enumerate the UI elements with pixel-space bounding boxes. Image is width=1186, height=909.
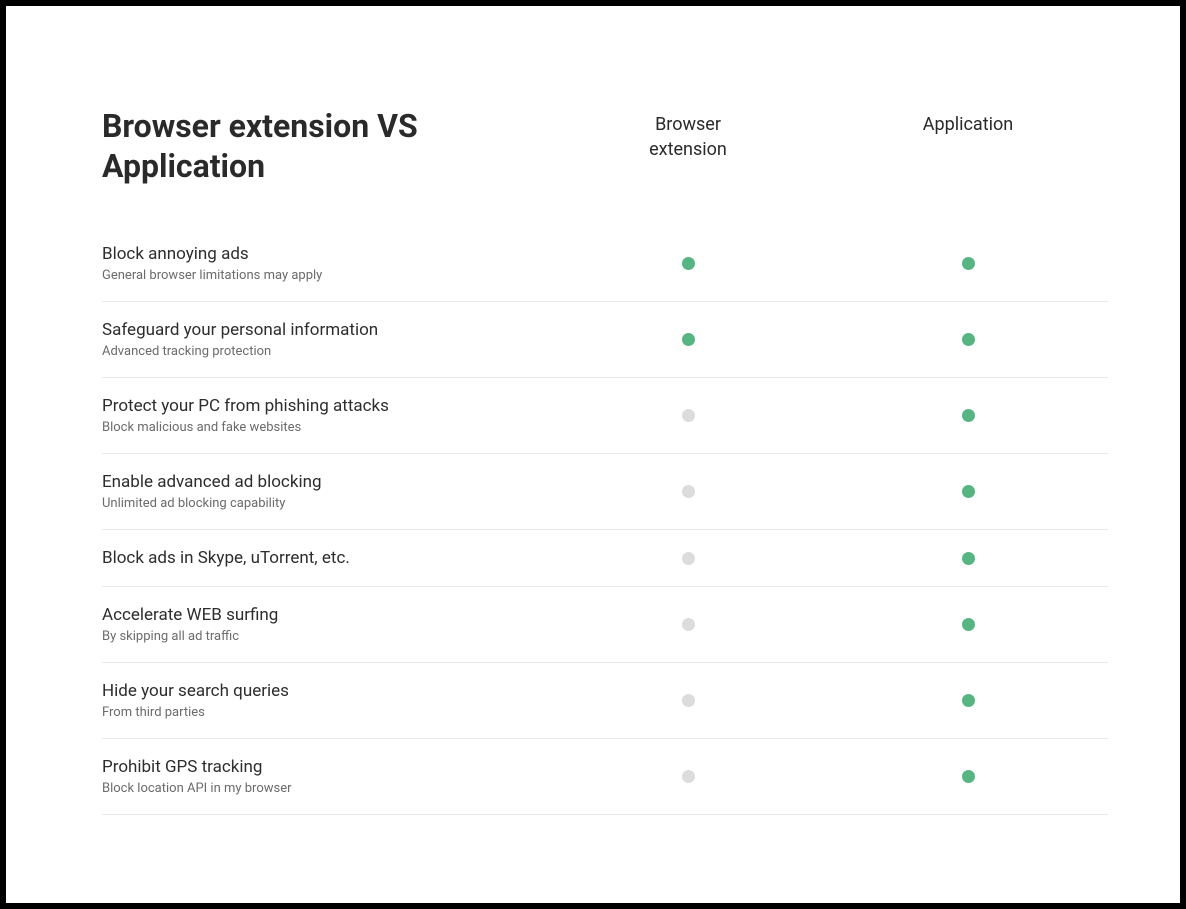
- feature-title: Hide your search queries: [102, 681, 548, 701]
- extension-cell: [548, 770, 828, 783]
- status-dot-disabled-icon: [682, 770, 695, 783]
- extension-cell: [548, 333, 828, 346]
- feature-label: Block annoying ads General browser limita…: [102, 244, 548, 283]
- feature-subtitle: General browser limitations may apply: [102, 268, 548, 283]
- column-header-application: Application: [828, 106, 1108, 137]
- feature-title: Block ads in Skype, uTorrent, etc.: [102, 548, 548, 568]
- feature-row: Safeguard your personal information Advan…: [102, 302, 1108, 378]
- status-dot-enabled-icon: [962, 257, 975, 270]
- feature-row: Block annoying ads General browser limita…: [102, 226, 1108, 302]
- feature-label: Safeguard your personal information Advan…: [102, 320, 548, 359]
- extension-cell: [548, 409, 828, 422]
- extension-cell: [548, 694, 828, 707]
- feature-title: Prohibit GPS tracking: [102, 757, 548, 777]
- feature-label: Hide your search queries From third parti…: [102, 681, 548, 720]
- extension-cell: [548, 257, 828, 270]
- application-cell: [828, 333, 1108, 346]
- feature-label: Prohibit GPS tracking Block location API …: [102, 757, 548, 796]
- comparison-header: Browser extension VS Application Browser…: [102, 106, 1108, 186]
- application-cell: [828, 694, 1108, 707]
- feature-title: Safeguard your personal information: [102, 320, 548, 340]
- feature-title: Accelerate WEB surfing: [102, 605, 548, 625]
- status-dot-enabled-icon: [962, 333, 975, 346]
- status-dot-disabled-icon: [682, 618, 695, 631]
- status-dot-enabled-icon: [682, 333, 695, 346]
- status-dot-enabled-icon: [682, 257, 695, 270]
- feature-row: Accelerate WEB surfing By skipping all ad…: [102, 587, 1108, 663]
- feature-subtitle: Block location API in my browser: [102, 781, 548, 796]
- status-dot-enabled-icon: [962, 552, 975, 565]
- application-cell: [828, 485, 1108, 498]
- status-dot-enabled-icon: [962, 485, 975, 498]
- feature-row: Protect your PC from phishing attacks Blo…: [102, 378, 1108, 454]
- feature-title: Block annoying ads: [102, 244, 548, 264]
- feature-subtitle: Advanced tracking protection: [102, 344, 548, 359]
- application-cell: [828, 257, 1108, 270]
- feature-label: Protect your PC from phishing attacks Blo…: [102, 396, 548, 435]
- status-dot-enabled-icon: [962, 770, 975, 783]
- application-cell: [828, 770, 1108, 783]
- feature-row: Prohibit GPS tracking Block location API …: [102, 739, 1108, 815]
- feature-subtitle: From third parties: [102, 705, 548, 720]
- status-dot-disabled-icon: [682, 552, 695, 565]
- feature-subtitle: Unlimited ad blocking capability: [102, 496, 548, 511]
- feature-title: Protect your PC from phishing attacks: [102, 396, 548, 416]
- extension-cell: [548, 552, 828, 565]
- comparison-table: Block annoying ads General browser limita…: [102, 226, 1108, 815]
- extension-cell: [548, 485, 828, 498]
- status-dot-disabled-icon: [682, 485, 695, 498]
- status-dot-disabled-icon: [682, 694, 695, 707]
- status-dot-enabled-icon: [962, 694, 975, 707]
- feature-label: Block ads in Skype, uTorrent, etc.: [102, 548, 548, 568]
- feature-subtitle: Block malicious and fake websites: [102, 420, 548, 435]
- application-cell: [828, 618, 1108, 631]
- page-title: Browser extension VS Application: [102, 106, 462, 186]
- feature-row: Enable advanced ad blocking Unlimited ad …: [102, 454, 1108, 530]
- status-dot-disabled-icon: [682, 409, 695, 422]
- column-header-extension: Browser extension: [548, 106, 828, 162]
- feature-label: Accelerate WEB surfing By skipping all ad…: [102, 605, 548, 644]
- application-cell: [828, 409, 1108, 422]
- status-dot-enabled-icon: [962, 409, 975, 422]
- feature-row: Block ads in Skype, uTorrent, etc.: [102, 530, 1108, 587]
- status-dot-enabled-icon: [962, 618, 975, 631]
- extension-cell: [548, 618, 828, 631]
- feature-subtitle: By skipping all ad traffic: [102, 629, 548, 644]
- feature-label: Enable advanced ad blocking Unlimited ad …: [102, 472, 548, 511]
- feature-row: Hide your search queries From third parti…: [102, 663, 1108, 739]
- feature-title: Enable advanced ad blocking: [102, 472, 548, 492]
- application-cell: [828, 552, 1108, 565]
